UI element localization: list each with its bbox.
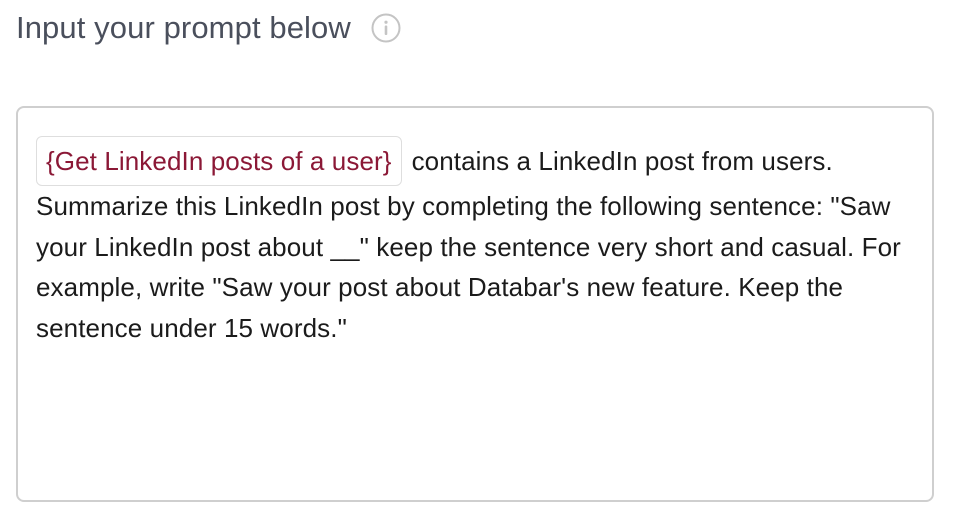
prompt-input[interactable]: {Get LinkedIn posts of a user} contains a…: [16, 106, 934, 502]
info-icon-graphic: [371, 13, 401, 43]
info-icon[interactable]: [371, 13, 401, 43]
page-title: Input your prompt below: [16, 10, 351, 45]
prompt-header: Input your prompt below: [16, 8, 401, 48]
prompt-content: {Get LinkedIn posts of a user} contains a…: [36, 136, 914, 348]
variable-chip[interactable]: {Get LinkedIn posts of a user}: [36, 136, 402, 186]
